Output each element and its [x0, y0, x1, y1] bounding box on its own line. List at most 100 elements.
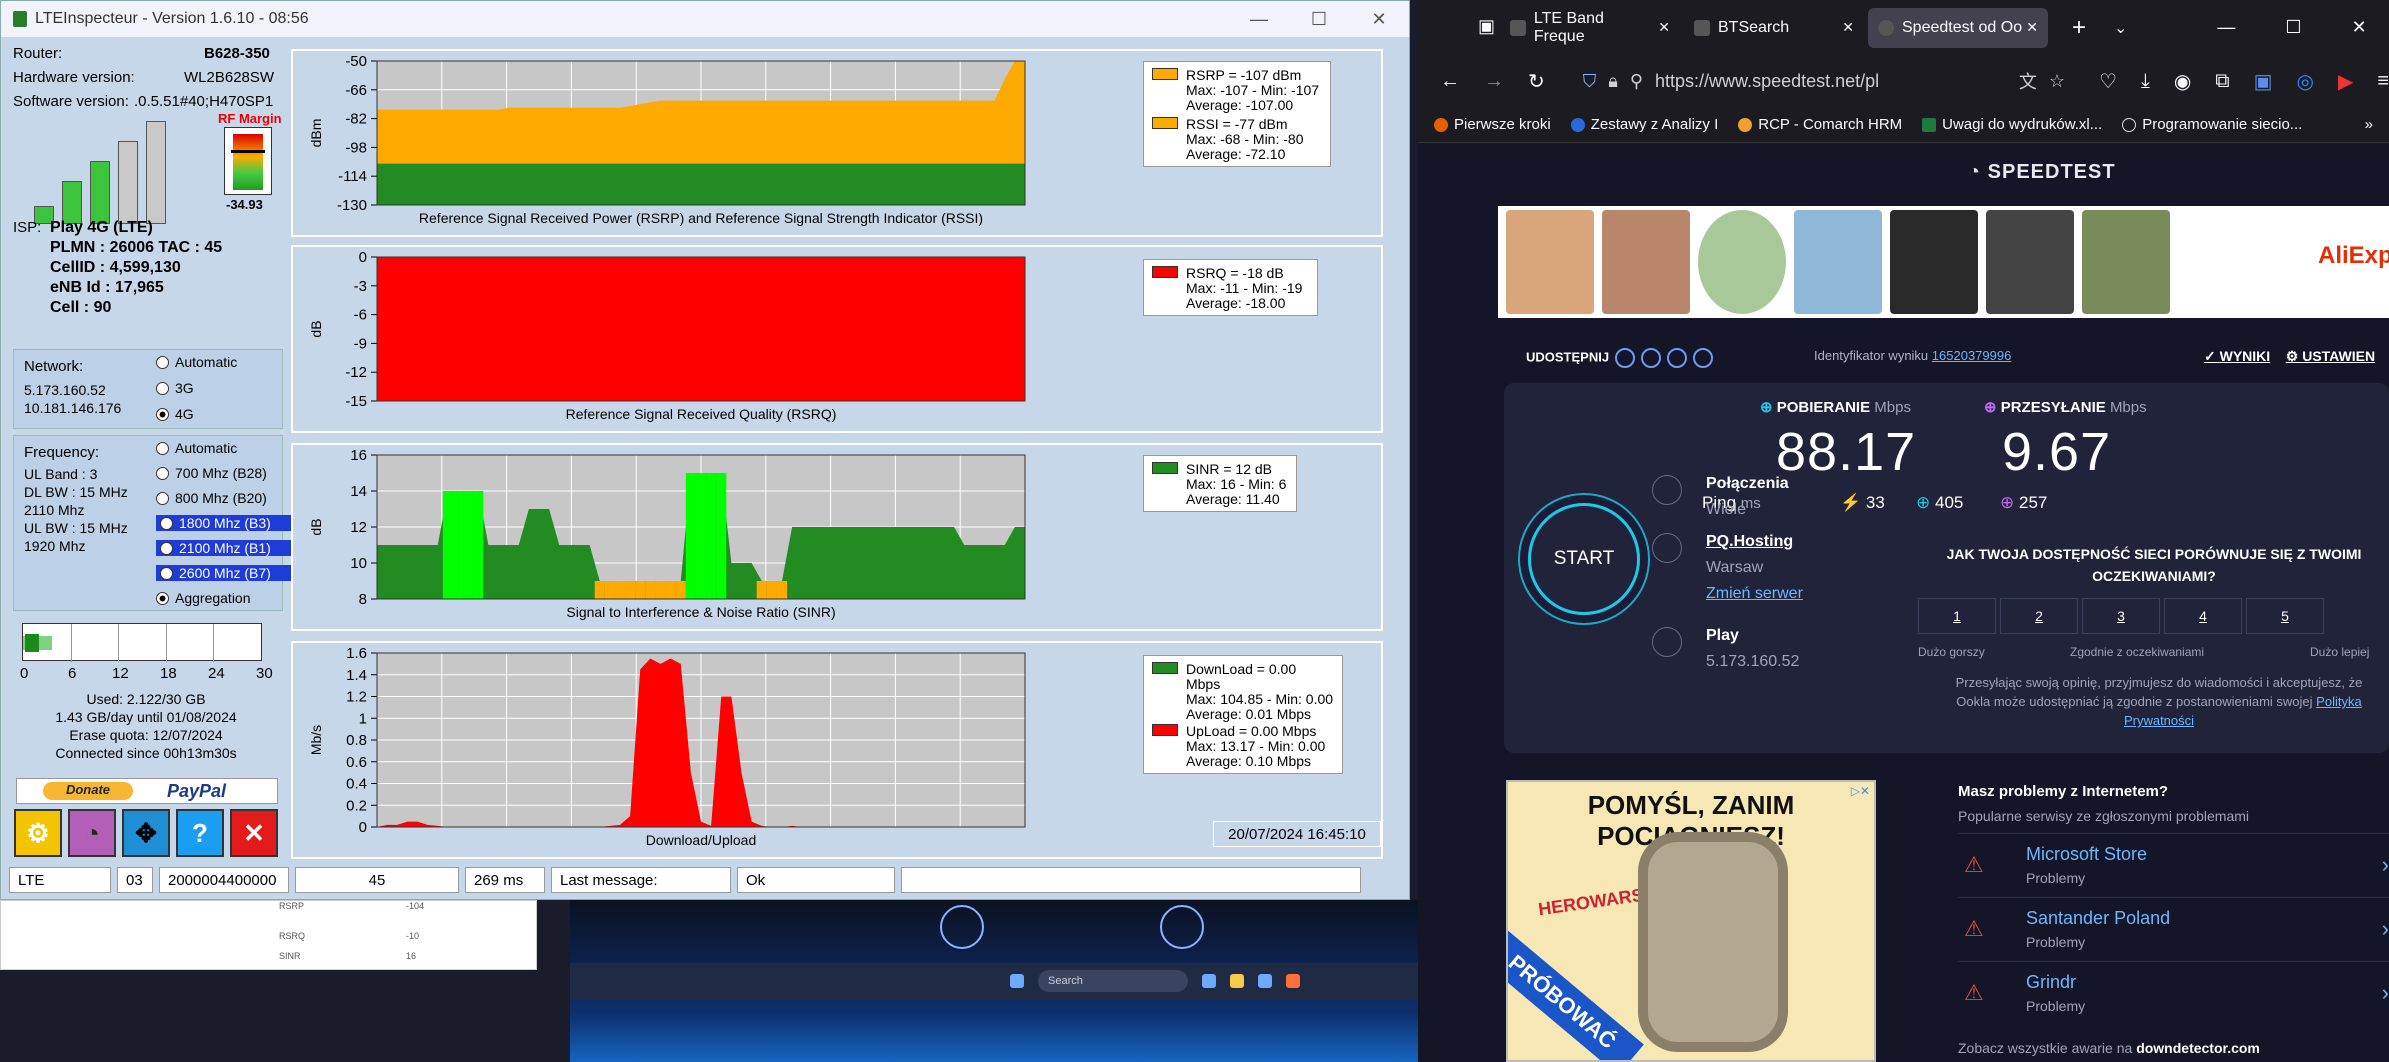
hw-value: WL2B628SW [184, 69, 275, 86]
tab-list-icon[interactable]: ⌄ [2114, 18, 2127, 38]
reload-icon[interactable]: ↻ [1528, 69, 1545, 94]
rating-2[interactable]: 2 [2000, 598, 2078, 634]
change-server-link[interactable]: Zmień serwer [1706, 585, 1803, 603]
bulb-icon[interactable] [940, 905, 984, 949]
ad-product-image[interactable] [1602, 210, 1690, 314]
results-link[interactable]: ✓ WYNIKI [2204, 348, 2270, 364]
ad-brand[interactable]: AliExpress [2318, 242, 2389, 270]
sinr-peak [685, 473, 696, 599]
forward-icon[interactable]: → [1484, 70, 1504, 93]
translate-icon[interactable]: 文 [2019, 68, 2037, 94]
bookmark-star-icon[interactable]: ☆ [2049, 71, 2065, 92]
freq-b1-radio[interactable]: 2100 Mhz (B1) [156, 540, 296, 556]
result-id-link[interactable]: 16520379996 [1932, 348, 2012, 363]
app-dock-icon[interactable] [1160, 905, 1204, 949]
shield-icon[interactable]: ⛉ [1583, 71, 1597, 92]
minimize-icon[interactable]: — [1229, 9, 1289, 30]
rating-3[interactable]: 3 [2082, 598, 2160, 634]
store-icon[interactable] [1258, 974, 1272, 988]
settings-gear-icon[interactable]: ⚙ [14, 809, 62, 857]
game-ad[interactable]: POMYŚL, ZANIM POCIĄGNIESZ! HEROWARS PRÓB… [1506, 780, 1876, 1062]
bookmark-item[interactable]: RCP - Comarch HRM [1738, 116, 1902, 133]
exit-icon[interactable]: ✕ [230, 809, 278, 857]
window-close-icon[interactable]: ✕ [2352, 17, 2367, 38]
ad-product-image[interactable] [2082, 210, 2170, 314]
explorer-icon[interactable] [1230, 974, 1244, 988]
freq-b28-radio[interactable]: 700 Mhz (B28) [156, 465, 267, 481]
tab-close-icon[interactable]: ✕ [1842, 19, 1854, 36]
help-icon[interactable]: ? [176, 809, 224, 857]
network-4g-radio[interactable]: 4G [156, 406, 194, 422]
twitter-icon[interactable] [1641, 348, 1662, 368]
bookmark-item[interactable]: Programowanie siecio... [2122, 116, 2302, 133]
taskview-icon[interactable] [1202, 974, 1216, 988]
taskbar-search[interactable]: Search [1038, 970, 1188, 992]
legend-swatch [1152, 266, 1178, 278]
account-icon[interactable]: ◉ [2174, 69, 2191, 94]
permissions-icon[interactable]: ⚲ [1630, 71, 1643, 92]
x-axis-label: Reference Signal Received Power (RSRP) a… [419, 210, 983, 226]
ad-product-image[interactable] [1698, 210, 1786, 314]
freq-aggregation-radio[interactable]: Aggregation [156, 590, 251, 606]
extension-red-icon[interactable]: ▶ [2338, 69, 2353, 94]
pocket-icon[interactable]: ♡ [2099, 69, 2117, 94]
messenger-icon[interactable]: ◎ [2296, 69, 2313, 94]
ad-info-icon[interactable]: ▷✕ [1851, 784, 1870, 798]
game-ad-cta[interactable]: PRÓBOWAĆ [1508, 928, 1644, 1060]
back-icon[interactable]: ← [1440, 70, 1460, 93]
url-text[interactable]: https://www.speedtest.net/pl [1655, 71, 1879, 92]
bookmark-item[interactable]: Pierwsze kroki [1434, 116, 1551, 133]
tab-close-icon[interactable]: ✕ [2026, 19, 2038, 36]
maximize-icon[interactable]: ☐ [1289, 9, 1349, 30]
ad-product-image[interactable] [1794, 210, 1882, 314]
rating-4[interactable]: 4 [2164, 598, 2242, 634]
problem-item[interactable]: ⚠ Microsoft Store Problemy › [1958, 833, 2389, 893]
network-3g-radio[interactable]: 3G [156, 380, 194, 396]
ad-product-image[interactable] [1506, 210, 1594, 314]
facebook-icon[interactable] [1667, 348, 1688, 368]
problem-item[interactable]: ⚠ Santander Poland Problemy › [1958, 897, 2389, 957]
bookmarks-overflow-icon[interactable]: » [2365, 116, 2373, 133]
problem-item[interactable]: ⚠ Grindr Problemy › [1958, 961, 2389, 1021]
menu-icon[interactable]: ≡ [2377, 70, 2389, 93]
bookmark-item[interactable]: Zestawy z Analizy I [1570, 116, 1718, 133]
window-minimize-icon[interactable]: — [2217, 17, 2235, 38]
fullscreen-arrows-icon[interactable]: ✥ [122, 809, 170, 857]
ping-down-icon: ⊕ [1916, 493, 1931, 512]
url-bar[interactable]: ⛉ 🔒︎ ⚲ https://www.speedtest.net/pl 文 ☆ [1568, 62, 2076, 100]
server-name[interactable]: PQ.Hosting [1706, 533, 1803, 551]
settings-link[interactable]: ⚙ USTAWIEN [2286, 348, 2375, 364]
tab-close-icon[interactable]: ✕ [1658, 19, 1670, 36]
link-icon[interactable] [1615, 348, 1636, 368]
close-icon[interactable]: ✕ [1349, 9, 1409, 30]
ad-banner[interactable]: AliExpress [1498, 206, 2389, 318]
legend-line: Average: 11.40 [1186, 491, 1280, 507]
rating-1[interactable]: 1 [1918, 598, 1996, 634]
freq-automatic-radio[interactable]: Automatic [156, 440, 237, 456]
network-automatic-radio[interactable]: Automatic [156, 354, 237, 370]
downloads-icon[interactable]: ⤓ [2141, 70, 2150, 93]
more-icon[interactable] [1693, 348, 1714, 368]
rating-5[interactable]: 5 [2246, 598, 2324, 634]
bookmark-item[interactable]: Uwagi do wydruków.xl... [1922, 116, 2102, 133]
freq-b7-radio[interactable]: 2600 Mhz (B7) [156, 565, 296, 581]
tab-speedtest[interactable]: Speedtest od Ookla✕ [1868, 7, 2048, 48]
donate-button[interactable]: Donate PayPal [16, 778, 278, 804]
ad-product-image[interactable] [1890, 210, 1978, 314]
tab-overview-icon[interactable]: ▣ [1478, 16, 1495, 37]
window-maximize-icon[interactable]: ☐ [2285, 17, 2301, 38]
freq-b3-radio[interactable]: 1800 Mhz (B3) [156, 515, 296, 531]
speed-gauge-icon[interactable]: ◔ [68, 809, 116, 857]
new-tab-icon[interactable]: + [2072, 14, 2086, 42]
tab-lte-band[interactable]: LTE Band Freque ✕ [1500, 8, 1680, 48]
freq-b20-radio[interactable]: 800 Mhz (B20) [156, 490, 267, 506]
extension-blue-icon[interactable]: ▣ [2254, 69, 2273, 94]
tab-btsearch[interactable]: BTSearch ✕ [1684, 8, 1864, 48]
extensions-icon[interactable]: ⧉ [2215, 70, 2229, 93]
browser-icon[interactable] [1286, 974, 1300, 988]
windows-start-icon[interactable] [1010, 974, 1024, 988]
start-button[interactable]: START [1528, 503, 1640, 615]
speedtest-logo[interactable]: ◔ SPEEDTEST [1968, 161, 2116, 184]
downdetector-footer[interactable]: Zobacz wszystkie awarie na downdetector.… [1958, 1040, 2260, 1056]
ad-product-image[interactable] [1986, 210, 2074, 314]
